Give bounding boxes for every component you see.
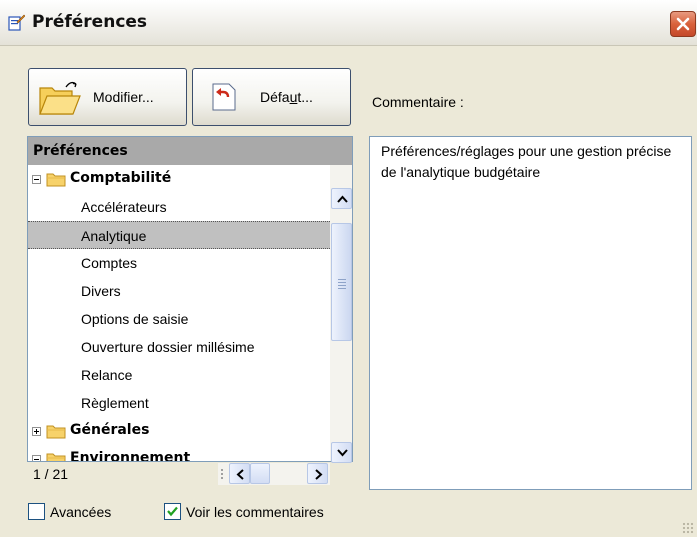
preferences-app-icon (8, 14, 25, 31)
avancees-checkbox[interactable] (28, 503, 45, 520)
page-count: 1 / 21 (33, 466, 69, 482)
tree-node-environnement[interactable]: Environnement (28, 445, 330, 461)
close-icon (676, 17, 690, 31)
preferences-dialog: Préférences Modifier... Défaut... Commen… (0, 0, 697, 537)
tree-node-label: Générales (70, 422, 150, 438)
grip-line (338, 279, 346, 280)
tree-viewport: Comptabilité Accélérateurs Analytique Co… (28, 165, 330, 461)
tree-item-label: Analytique (81, 228, 147, 244)
preferences-tree[interactable]: Préférences Comptabilité Accélérateurs A… (27, 136, 353, 463)
tree-item-label: Relance (81, 367, 133, 383)
tree-item-divers[interactable]: Divers (28, 277, 330, 305)
folder-icon (46, 173, 66, 187)
close-button[interactable] (670, 11, 696, 37)
tree-header: Préférences (28, 137, 352, 165)
defaut-label: Défaut... (260, 89, 313, 105)
title-bar[interactable]: Préférences (0, 0, 697, 46)
chevron-left-icon (236, 469, 244, 480)
scroll-right-button[interactable] (307, 463, 328, 484)
scroll-thumb[interactable] (331, 223, 352, 341)
voir-commentaires-label[interactable]: Voir les commentaires (186, 504, 324, 520)
horizontal-scroll-thumb[interactable] (250, 463, 270, 484)
tree-item-relance[interactable]: Relance (28, 361, 330, 389)
tree-item-ouverture-dossier[interactable]: Ouverture dossier millésime (28, 333, 330, 361)
tree-item-accelerateurs[interactable]: Accélérateurs (28, 193, 330, 221)
tree-item-label: Divers (81, 283, 121, 299)
tree-item-label: Règlement (81, 395, 149, 411)
checkmark-icon (167, 506, 178, 517)
scroll-down-button[interactable] (331, 442, 352, 463)
grip-line (338, 285, 346, 286)
modifier-label: Modifier... (93, 89, 154, 105)
modifier-button[interactable]: Modifier... (28, 68, 187, 126)
collapse-icon[interactable] (32, 455, 41, 461)
folder-icon (46, 453, 66, 461)
chevron-up-icon (337, 195, 348, 203)
chevron-right-icon (315, 469, 323, 480)
tree-item-label: Options de saisie (81, 311, 189, 327)
scroll-up-button[interactable] (331, 188, 352, 209)
comment-text: Préférences/réglages pour une gestion pr… (381, 143, 672, 180)
grip-line (338, 288, 346, 289)
expand-icon[interactable] (32, 427, 41, 436)
tree-item-label: Ouverture dossier millésime (81, 339, 255, 355)
folder-icon (46, 425, 66, 439)
tree-header-label: Préférences (33, 143, 128, 159)
tree-item-analytique[interactable]: Analytique (28, 221, 330, 249)
avancees-label[interactable]: Avancées (50, 504, 111, 520)
resize-grip-icon[interactable] (682, 522, 694, 534)
resize-dots (220, 468, 224, 480)
tree-item-comptes[interactable]: Comptes (28, 249, 330, 277)
defaut-button[interactable]: Défaut... (192, 68, 351, 126)
tree-item-label: Accélérateurs (81, 199, 167, 215)
tree-node-label: Comptabilité (70, 170, 172, 186)
voir-commentaires-checkbox[interactable] (164, 503, 181, 520)
tree-vertical-scrollbar[interactable] (330, 165, 352, 463)
collapse-icon[interactable] (32, 175, 41, 184)
comment-textbox[interactable]: Préférences/réglages pour une gestion pr… (369, 136, 692, 490)
tree-node-label: Environnement (70, 450, 191, 461)
tree-node-generales[interactable]: Générales (28, 417, 330, 445)
grip-line (338, 282, 346, 283)
scroll-left-button[interactable] (229, 463, 250, 484)
comment-label: Commentaire : (372, 94, 464, 110)
tree-item-options-de-saisie[interactable]: Options de saisie (28, 305, 330, 333)
tree-node-comptabilite[interactable]: Comptabilité (28, 165, 330, 193)
window-title: Préférences (32, 12, 148, 32)
reset-default-icon (212, 83, 236, 111)
tree-item-reglement[interactable]: Règlement (28, 389, 330, 417)
open-folder-icon (39, 81, 81, 115)
tree-item-label: Comptes (81, 255, 138, 271)
chevron-down-icon (337, 449, 348, 457)
